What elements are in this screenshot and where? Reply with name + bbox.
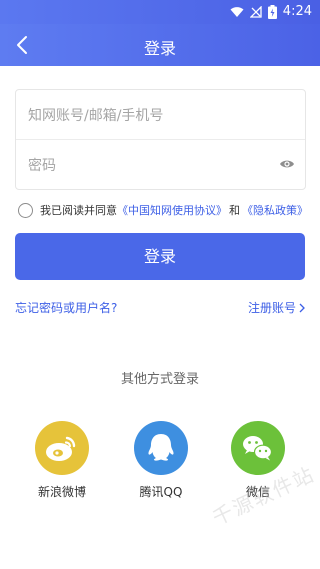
status-icons: 4:24 bbox=[230, 4, 312, 19]
password-input[interactable] bbox=[26, 140, 270, 191]
terms-link[interactable]: 《中国知网使用协议》 bbox=[117, 202, 227, 218]
forgot-password-link[interactable]: 忘记密码或用户名? bbox=[15, 299, 117, 316]
privacy-link[interactable]: 《隐私政策》 bbox=[242, 202, 308, 218]
account-field-row bbox=[16, 90, 305, 141]
other-login-title: 其他方式登录 bbox=[120, 372, 199, 387]
qq-icon bbox=[148, 434, 174, 461]
agreement-prefix: 我已阅读并同意 bbox=[40, 204, 117, 217]
wifi-icon bbox=[230, 6, 244, 17]
page-title: 登录 bbox=[143, 39, 176, 58]
qq-login-button[interactable]: 腾讯QQ bbox=[126, 421, 196, 500]
register-link[interactable]: 注册账号 bbox=[248, 299, 305, 316]
weibo-icon bbox=[46, 436, 76, 461]
account-input[interactable] bbox=[26, 90, 270, 141]
wechat-icon-circle bbox=[231, 421, 285, 475]
weibo-icon-circle bbox=[35, 421, 89, 475]
weibo-label: 新浪微博 bbox=[37, 485, 86, 499]
status-time: 4:24 bbox=[282, 4, 312, 19]
agreement-conjunction: 和 bbox=[229, 204, 240, 217]
agreement-row: 我已阅读并同意 《中国知网使用协议》 和 《隐私政策》 bbox=[18, 202, 308, 218]
wechat-icon bbox=[243, 436, 273, 461]
app-bar: 登录 bbox=[0, 24, 320, 66]
qq-label: 腾讯QQ bbox=[139, 485, 183, 499]
register-label: 注册账号 bbox=[247, 301, 296, 315]
chevron-right-icon bbox=[299, 303, 305, 312]
agreement-radio[interactable] bbox=[18, 202, 33, 218]
qq-icon-circle bbox=[134, 421, 188, 475]
signal-icon bbox=[249, 5, 262, 18]
show-password-eye-icon[interactable] bbox=[279, 157, 295, 171]
weibo-login-button[interactable]: 新浪微博 bbox=[27, 421, 97, 500]
login-button[interactable]: 登录 bbox=[15, 233, 305, 280]
status-bar: 4:24 bbox=[0, 0, 320, 24]
battery-icon bbox=[267, 4, 277, 19]
login-form bbox=[15, 89, 306, 191]
password-field-row bbox=[16, 140, 305, 191]
